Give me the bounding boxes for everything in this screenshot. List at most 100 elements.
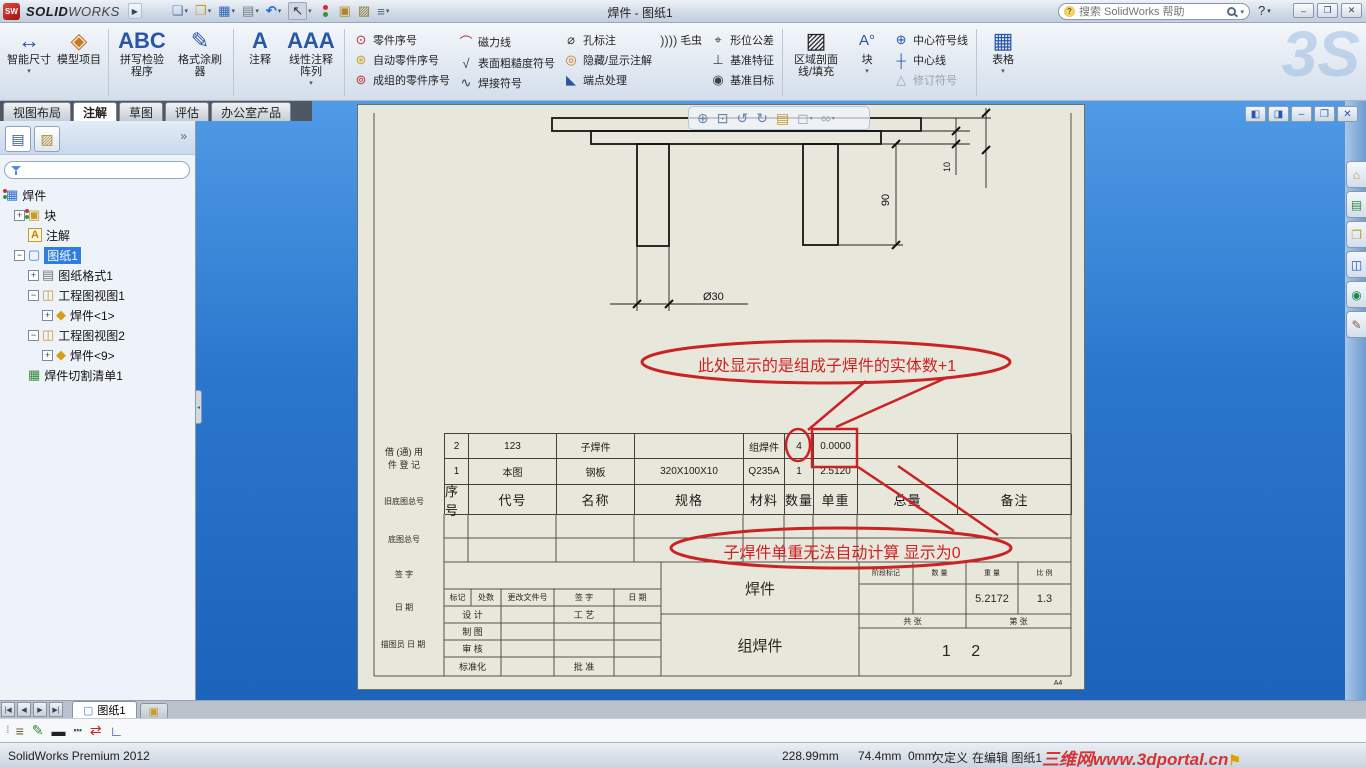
center-mark-button[interactable]: ⊕ 中心符号线 [893,32,968,48]
pane-right-button[interactable]: ◨ [1268,106,1289,122]
bom-cell[interactable]: 2 [445,434,469,459]
hide-show-edges-icon[interactable]: ∟ [110,723,124,739]
solidworks-resources-tab[interactable]: ⌂ [1346,161,1366,188]
toolbar-grip[interactable]: ⁞⁞ [6,725,9,736]
doc-close-button[interactable]: ✕ [1337,106,1358,122]
tab-office-products[interactable]: 办公室产品 [211,102,292,121]
tree-item-sheet-format1[interactable]: + ▤ 图纸格式1 [0,265,195,285]
expand-icon[interactable]: + [42,349,53,361]
panel-expand-icon[interactable]: » [180,129,187,143]
block-button[interactable]: A° 块 ▾ [845,25,889,100]
undo-button[interactable]: ↶ ▾ [264,2,283,20]
collapse-icon[interactable]: − [28,329,39,341]
search-input[interactable] [1079,5,1224,18]
surface-finish-button[interactable]: √ 表面粗糙度符号 [458,55,555,71]
options-button[interactable]: ≡ ▾ [375,2,391,20]
tab-view-layout[interactable]: 视图布局 [3,102,72,121]
custom-properties-tab[interactable]: ✎ [1346,311,1366,338]
bom-cell[interactable] [958,434,1072,459]
panel-splitter-handle[interactable]: ◂ [196,390,202,424]
bom-cell-unit-weight[interactable]: 0.0000 [814,434,858,459]
previous-view-icon[interactable]: ↺ [736,110,748,127]
zoom-area-icon[interactable]: ⊡ [717,110,729,127]
feature-manager-tab[interactable]: ▤ [5,126,31,152]
bom-cell[interactable] [858,434,958,459]
bom-cell[interactable] [635,434,744,459]
chevron-down-icon[interactable]: ▾ [1240,8,1244,16]
first-sheet-button[interactable]: |◀ [1,702,15,717]
dim-thickness-label[interactable]: 10 [942,162,952,172]
tree-item-cut-list[interactable]: ▦ 焊件切割清单1 [0,365,195,385]
tree-item-annotations[interactable]: A 注解 [0,225,195,245]
bom-cell[interactable]: Q235A [744,459,785,485]
menu-expand-button[interactable]: ▶ [127,3,142,19]
view-settings-icon[interactable]: ◻ ▾ [797,110,813,127]
bom-cell[interactable]: 123 [469,434,557,459]
dim-diameter-label[interactable]: Ø30 [703,291,724,303]
geometric-tolerance-button[interactable]: ⌖ 形位公差 [710,32,774,48]
bom-cell[interactable]: 320X100X10 [635,459,744,485]
sheet-tab-active[interactable]: ▢ 图纸1 [72,701,137,718]
last-sheet-button[interactable]: ▶| [49,702,63,717]
annotation-properties-button[interactable]: ▨ [356,2,372,20]
view-palette-tab[interactable]: ◫ [1346,251,1366,278]
bom-table[interactable]: 2 123 子焊件 组焊件 4 0.0000 1 本图 钢板 320X100X1… [444,433,1072,518]
centerline-button[interactable]: ┼ 中心线 [893,52,968,68]
tree-item-weldment-root[interactable]: ▦ 焊件 [0,185,195,205]
tree-filter-input[interactable] [26,164,183,176]
spell-checker-button[interactable]: ABC 拼写检验程序 [113,25,171,100]
balloon-button[interactable]: ⊙ 零件序号 [353,32,450,48]
bom-cell[interactable]: 2.5120 [814,459,858,485]
save-button[interactable]: ▦ ▾ [216,2,237,20]
design-library-tab[interactable]: ▤ [1346,191,1366,218]
drawing-sheet[interactable]: 2 123 子焊件 组焊件 4 0.0000 1 本图 钢板 320X100X1… [357,104,1085,690]
tree-item-weldment-9[interactable]: + ◆ 焊件<9> [0,345,195,365]
tree-filter[interactable] [4,161,190,179]
selection-filter-button[interactable] [317,2,334,20]
property-manager-tab[interactable]: ▨ [34,126,60,152]
layer-properties-icon[interactable]: ≡ [16,723,24,739]
bom-cell-entity-count[interactable]: 4 [785,434,814,459]
zoom-fit-icon[interactable]: ⊕ [697,110,709,127]
line-color-icon[interactable]: ✎ [32,722,44,739]
document-properties-button[interactable]: ▣ [337,2,353,20]
bom-cell[interactable]: 钢板 [557,459,635,485]
tree-item-sheet1[interactable]: − ▢ 图纸1 [0,245,195,265]
collapse-icon[interactable]: − [28,289,39,301]
select-button[interactable]: ↖ ▾ [286,2,313,20]
format-painter-button[interactable]: ✎ 格式涂刷器 [171,25,229,100]
new-document-button[interactable]: ❏ ▾ [170,2,190,20]
note-button[interactable]: A 注释 [238,25,282,100]
line-style-icon[interactable]: ┅ [73,722,81,739]
area-hatch-button[interactable]: ▨ 区域剖面线/填充 [787,25,845,100]
appearances-tab[interactable]: ◉ [1346,281,1366,308]
bom-cell[interactable]: 本图 [469,459,557,485]
pane-left-button[interactable]: ◧ [1245,106,1266,122]
minimize-button[interactable]: ‒ [1293,3,1314,18]
doc-minimize-button[interactable]: ‒ [1291,106,1312,122]
search-icon[interactable] [1227,7,1237,16]
hide-show-annotations-button[interactable]: ◎ 隐藏/显示注解 [563,52,652,68]
print-button[interactable]: ▤ ▾ [240,2,261,20]
group-balloon-button[interactable]: ⊚ 成组的零件序号 [353,72,450,88]
datum-target-button[interactable]: ◉ 基准目标 [710,72,774,88]
bom-cell[interactable] [858,459,958,485]
datum-feature-button[interactable]: ⊥ 基准特征 [710,52,774,68]
expand-icon[interactable]: + [42,309,53,321]
hole-callout-button[interactable]: ⌀ 孔标注 [563,32,652,48]
previous-sheet-button[interactable]: ◀ [17,702,31,717]
smart-dimension-button[interactable]: ↔ 智能尺寸 ▾ [4,25,54,100]
weld-symbol-button[interactable]: ∿ 焊接符号 [458,75,555,91]
tree-item-drawing-view1[interactable]: − ◫ 工程图视图1 [0,285,195,305]
dim-height-label[interactable]: 90 [880,194,892,206]
line-thickness-icon[interactable]: ▬ [51,723,65,739]
tab-annotation[interactable]: 注解 [73,102,118,121]
color-display-mode-icon[interactable]: ⇄ [90,722,102,739]
caterpillar-button[interactable]: )))) 毛虫 [660,32,702,48]
rotate-view-icon[interactable]: ↻ [756,110,768,127]
restore-button[interactable]: ❐ [1317,3,1338,18]
tree-item-weldment-1[interactable]: + ◆ 焊件<1> [0,305,195,325]
tree-item-drawing-view2[interactable]: − ◫ 工程图视图2 [0,325,195,345]
add-sheet-tab[interactable]: ▣ [139,703,168,718]
hide-show-items-icon[interactable]: ∞ ▾ [821,110,835,126]
